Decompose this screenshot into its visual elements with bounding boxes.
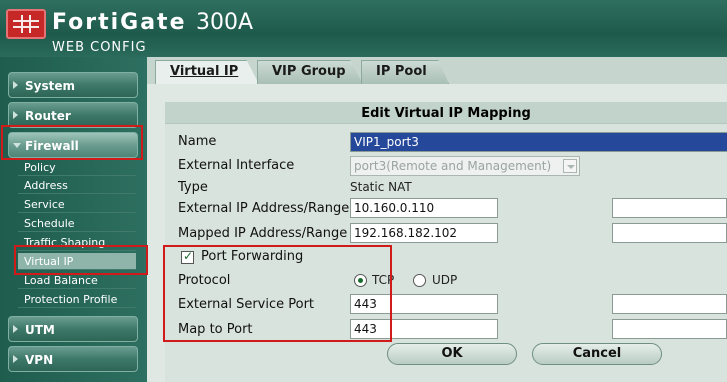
type-value: Static NAT (350, 180, 412, 194)
sidebar: System Router Firewall Policy Address Se… (0, 57, 147, 382)
brand-name: FortiGate (52, 10, 187, 35)
mapped-ip-input[interactable]: 192.168.182.102 (350, 223, 498, 243)
fortinet-logo-icon (6, 9, 46, 39)
protocol-udp-label: UDP (432, 273, 458, 287)
protocol-udp-radio[interactable] (413, 274, 426, 287)
app-header: FortiGate 300A WEB CONFIG (0, 0, 727, 57)
external-ip-end-input[interactable] (612, 198, 727, 218)
chevron-down-icon (563, 159, 577, 173)
external-interface-label: External Interface (178, 158, 295, 173)
chevron-right-icon (13, 81, 18, 89)
protocol-tcp-radio[interactable] (354, 274, 367, 287)
panel-title: Edit Virtual IP Mapping (165, 102, 727, 124)
tab-bar: Virtual IP VIP Group IP Pool (147, 57, 727, 84)
external-service-port-input[interactable]: 443 (350, 294, 498, 314)
sidebar-item-service[interactable]: Service (18, 196, 136, 213)
mapped-ip-end-input[interactable] (612, 223, 727, 243)
ok-button[interactable]: OK (387, 343, 517, 365)
external-interface-select[interactable]: port3(Remote and Management) (350, 156, 580, 176)
sidebar-item-policy[interactable]: Policy (18, 159, 136, 176)
sidebar-item-traffic-shaping[interactable]: Traffic Shaping (18, 234, 136, 251)
external-ip-label: External IP Address/Range (178, 201, 350, 216)
chevron-right-icon (13, 111, 18, 119)
tab-virtual-ip[interactable]: Virtual IP (155, 60, 259, 84)
model-name: 300A (196, 10, 254, 35)
protocol-tcp-label: TCP (372, 273, 395, 287)
cancel-button[interactable]: Cancel (532, 343, 662, 365)
port-forwarding-checkbox[interactable] (181, 249, 194, 264)
name-input[interactable]: VIP1_port3 (350, 132, 727, 152)
name-label: Name (178, 134, 217, 149)
menu-label: VPN (25, 353, 54, 367)
name-value: VIP1_port3 (354, 135, 419, 149)
map-to-port-end-input[interactable] (612, 319, 727, 339)
type-label: Type (178, 180, 208, 195)
external-service-port-end-input[interactable] (612, 294, 727, 314)
menu-utm[interactable]: UTM (8, 316, 138, 342)
tab-vip-group[interactable]: VIP Group (257, 60, 363, 84)
menu-label: Firewall (25, 139, 79, 153)
menu-router[interactable]: Router (8, 102, 138, 128)
map-to-port-label: Map to Port (178, 322, 253, 337)
sidebar-item-virtual-ip[interactable]: Virtual IP (18, 253, 136, 270)
sidebar-item-protection-profile[interactable]: Protection Profile (18, 291, 136, 308)
menu-vpn[interactable]: VPN (8, 346, 138, 372)
menu-label: System (25, 79, 75, 93)
chevron-down-icon (13, 143, 21, 148)
sidebar-item-address[interactable]: Address (18, 177, 136, 194)
chevron-right-icon (13, 355, 18, 363)
external-service-port-label: External Service Port (178, 297, 315, 312)
menu-label: Router (25, 109, 71, 123)
chevron-right-icon (13, 325, 18, 333)
port-forwarding-label: Port Forwarding (201, 249, 304, 264)
mapped-ip-label: Mapped IP Address/Range (178, 226, 348, 241)
external-ip-input[interactable]: 10.160.0.110 (350, 198, 498, 218)
tab-ip-pool[interactable]: IP Pool (361, 60, 449, 84)
app-subtitle: WEB CONFIG (52, 40, 147, 55)
map-to-port-input[interactable]: 443 (350, 319, 498, 339)
sidebar-item-load-balance[interactable]: Load Balance (18, 272, 136, 289)
main-content: Virtual IP VIP Group IP Pool Edit Virtua… (147, 57, 727, 382)
external-interface-value: port3(Remote and Management) (354, 159, 552, 173)
menu-firewall[interactable]: Firewall (8, 132, 138, 158)
protocol-label: Protocol (178, 273, 231, 288)
menu-label: UTM (25, 323, 55, 337)
sidebar-item-schedule[interactable]: Schedule (18, 215, 136, 232)
edit-virtual-ip-panel: Edit Virtual IP Mapping Name VIP1_port3 … (165, 102, 727, 382)
menu-system[interactable]: System (8, 72, 138, 98)
